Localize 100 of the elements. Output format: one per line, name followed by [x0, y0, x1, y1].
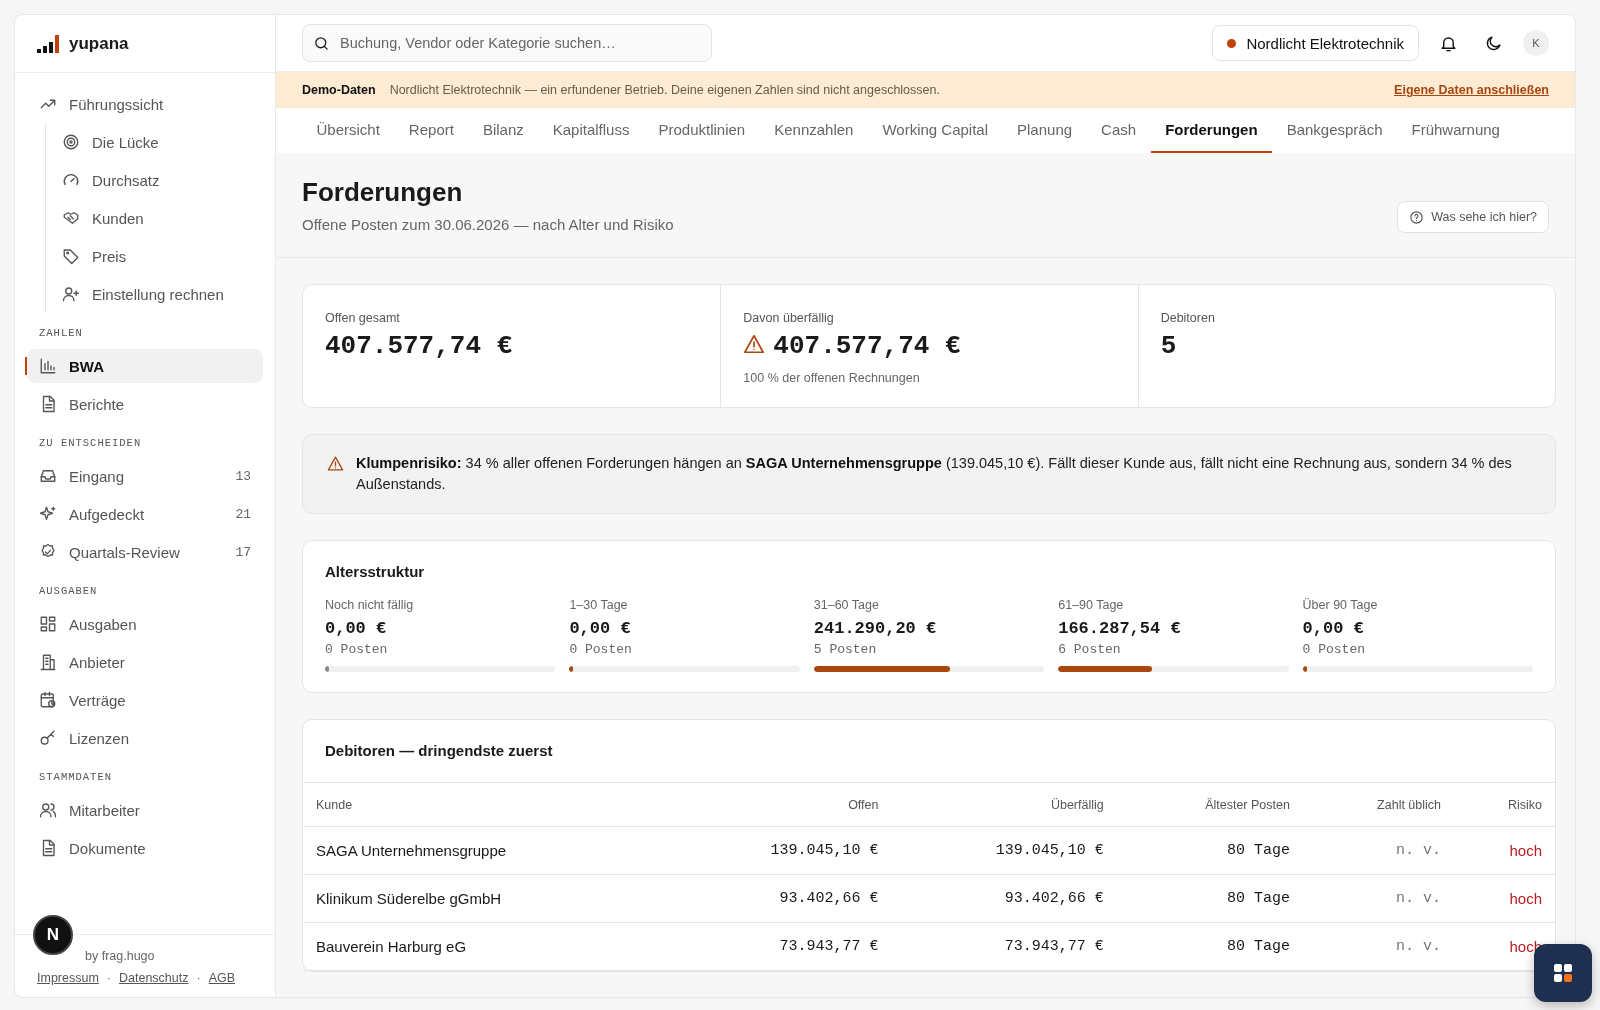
- section-label: AUSGABEN: [38, 584, 99, 599]
- footer-link[interactable]: Datenschutz: [119, 971, 189, 985]
- table-cell: hoch: [1454, 874, 1555, 923]
- sidebar-item[interactable]: Anbieter: [27, 645, 263, 679]
- kpi-value: 407.577,74 €: [325, 331, 513, 361]
- sidebar-item[interactable]: Die Lücke: [50, 125, 263, 159]
- tab[interactable]: Bankgespräch: [1272, 108, 1398, 153]
- user-plus-icon: [62, 285, 80, 303]
- bucket-amount: 0,00 €: [1302, 619, 1365, 638]
- table-cell: 93.402,66 €: [666, 874, 892, 923]
- tab[interactable]: Working Capital: [867, 108, 1003, 153]
- sidebar-item[interactable]: Kunden: [50, 201, 263, 235]
- bucket-amount: 0,00 €: [325, 619, 388, 638]
- search-field[interactable]: Buchung, Vendor oder Kategorie suchen…: [302, 24, 712, 62]
- bucket-amount: 241.290,20 €: [813, 619, 938, 638]
- tab[interactable]: Produktlinien: [643, 108, 760, 153]
- bucket-count: 6 Posten: [1058, 642, 1122, 657]
- sidebar-item[interactable]: Führungssicht: [27, 87, 263, 121]
- calendar-icon: [39, 691, 57, 709]
- kpi-value: 407.577,74 €: [773, 331, 961, 361]
- count-label: 13: [235, 468, 251, 484]
- kpi-label: Debitoren: [1160, 311, 1216, 325]
- table-cell: Klinikum Süderelbe gGmbH: [303, 874, 667, 923]
- tag-icon: [62, 247, 80, 265]
- tab[interactable]: Übersicht: [302, 108, 395, 153]
- bucket-count: 0 Posten: [569, 642, 633, 657]
- kpi-label: Davon überfällig: [743, 311, 835, 325]
- footer-link[interactable]: AGB: [208, 971, 236, 985]
- table-cell: 73.943,77 €: [891, 922, 1117, 971]
- column-header: Kunde: [303, 783, 667, 827]
- table-cell: 93.402,66 €: [891, 874, 1117, 923]
- column-header: Offen: [666, 783, 892, 827]
- users-icon: [39, 801, 57, 819]
- alert-text: Klumpenrisiko: 34 % aller offenen Forderungen hängen an SAGA Unternehmensgruppe (139.045,10 €). Fällt dieser Kunde aus, fällt nicht eine Rechnung aus, sondern 34 % des Außenstands.: [356, 454, 1513, 494]
- warning-icon: [327, 455, 344, 472]
- bucket-label: 31–60 Tage: [813, 598, 880, 612]
- table-cell: 139.045,10 €: [891, 826, 1117, 875]
- column-header: Überfällig: [891, 783, 1117, 827]
- section-label: ZU ENTSCHEIDEN: [38, 436, 143, 451]
- help-button[interactable]: Was sehe ich hier?: [1397, 201, 1549, 233]
- warning-icon: [743, 333, 766, 355]
- tab[interactable]: Cash: [1086, 108, 1151, 153]
- connect-data-link[interactable]: Eigene Daten anschließen: [1394, 83, 1549, 97]
- sidebar-item[interactable]: Berichte: [27, 387, 263, 421]
- tab[interactable]: Kennzahlen: [759, 108, 868, 153]
- kpi-value: 5: [1160, 331, 1177, 361]
- tab[interactable]: Planung: [1002, 108, 1087, 153]
- sidebar-item[interactable]: Ausgaben: [27, 607, 263, 641]
- footer-link[interactable]: Impressum: [37, 971, 99, 985]
- sidebar-item[interactable]: BWA: [27, 349, 263, 383]
- sidebar-item[interactable]: Dokumente: [27, 831, 263, 865]
- building-icon: [39, 653, 57, 671]
- page-title: Forderungen: [302, 177, 464, 208]
- search-icon: [313, 34, 330, 52]
- bucket-count: 0 Posten: [325, 642, 389, 657]
- user-avatar[interactable]: K: [1523, 30, 1549, 56]
- tab[interactable]: Kapitalfluss: [538, 108, 644, 153]
- banner-label: Demo-Daten: [302, 83, 376, 97]
- app-logo: yupana: [69, 33, 129, 54]
- card-title: Debitoren — dringendste zuerst: [325, 742, 553, 759]
- company-selector[interactable]: Nordlicht Elektrotechnik: [1212, 25, 1419, 61]
- target-icon: [62, 133, 80, 151]
- credit-text: by frag.hugo: [84, 949, 156, 963]
- sidebar-item[interactable]: Mitarbeiter: [27, 793, 263, 827]
- banner-text: Nordlicht Elektrotechnik — ein erfundener Betrieb. Deine eigenen Zahlen sind nicht angeschlossen.: [389, 83, 940, 97]
- sidebar-item[interactable]: Verträge: [27, 683, 263, 717]
- table-cell: 73.943,77 €: [666, 922, 892, 971]
- table-cell: 80 Tage: [1116, 874, 1303, 923]
- table-cell: n. v.: [1302, 922, 1455, 971]
- table-cell: SAGA Unternehmensgruppe: [303, 826, 667, 875]
- bar-chart-icon: [39, 357, 57, 375]
- bucket-label: Noch nicht fällig: [325, 598, 415, 612]
- sidebar-item[interactable]: Aufgedeckt 21: [27, 497, 263, 531]
- table-cell: 139.045,10 €: [666, 826, 892, 875]
- sidebar-item[interactable]: Quartals-Review 17: [27, 535, 263, 569]
- tab[interactable]: Bilanz: [468, 108, 539, 153]
- section-label: ZAHLEN: [38, 326, 84, 341]
- bucket-label: 1–30 Tage: [569, 598, 629, 612]
- sidebar-item[interactable]: Einstellung rechnen: [50, 277, 263, 311]
- count-label: 17: [235, 544, 251, 560]
- tab[interactable]: Report: [394, 108, 469, 153]
- handshake-icon: [62, 209, 80, 227]
- table-cell: 80 Tage: [1116, 922, 1303, 971]
- sidebar-item[interactable]: Lizenzen: [27, 721, 263, 755]
- column-header: Ältester Posten: [1116, 783, 1303, 827]
- search-input[interactable]: Buchung, Vendor oder Kategorie suchen…: [338, 34, 701, 52]
- bucket-amount: 166.287,54 €: [1058, 619, 1182, 638]
- tab[interactable]: Frühwarnung: [1397, 108, 1515, 153]
- sidebar-item[interactable]: Preis: [50, 239, 263, 273]
- table-cell: n. v.: [1302, 826, 1455, 875]
- sidebar-item[interactable]: Eingang 13: [27, 459, 263, 493]
- sidebar-item[interactable]: Durchsatz: [50, 163, 263, 197]
- column-header: Risiko: [1454, 783, 1555, 827]
- sparkle-icon: [39, 505, 57, 523]
- grid-icon: [39, 615, 57, 633]
- column-header: Zahlt üblich: [1302, 783, 1455, 827]
- table-cell: n. v.: [1302, 874, 1455, 923]
- page-subtitle: Offene Posten zum 30.06.2026 — nach Alter und Risiko: [302, 216, 674, 233]
- bucket-count: 0 Posten: [1302, 642, 1366, 657]
- kpi-label: Offen gesamt: [325, 311, 401, 325]
